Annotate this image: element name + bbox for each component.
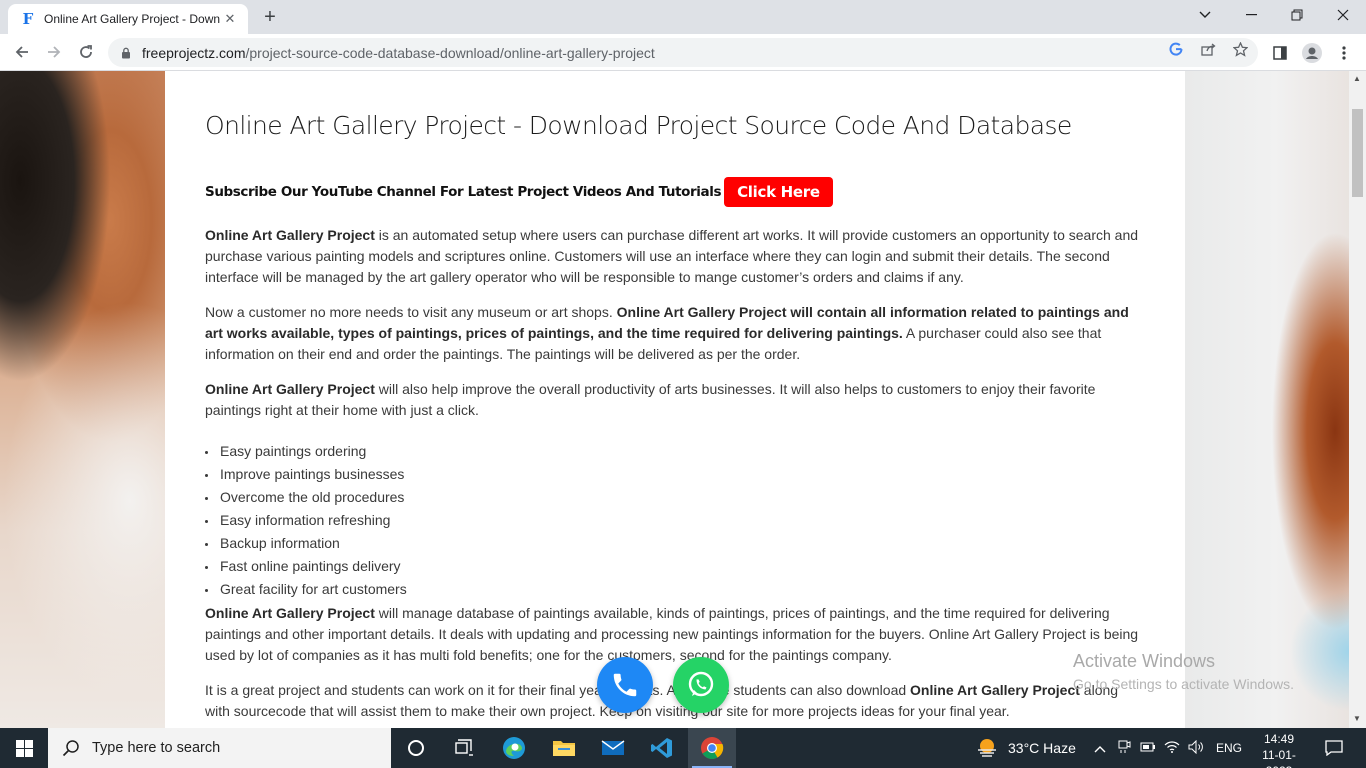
- share-icon[interactable]: [1199, 40, 1217, 58]
- list-item: Backup information: [205, 533, 407, 556]
- minimize-button[interactable]: [1228, 0, 1274, 30]
- url-domain: freeprojectz.com: [142, 44, 246, 61]
- site-favicon-icon: F: [22, 10, 34, 28]
- taskbar-mail[interactable]: [589, 728, 637, 768]
- url-text: freeprojectz.com/project-source-code-dat…: [142, 45, 655, 61]
- tab-title: Online Art Gallery Project - Down: [44, 12, 220, 26]
- project-name-bold: Online Art Gallery Project: [910, 682, 1080, 698]
- bookmark-star-icon[interactable]: [1231, 40, 1249, 58]
- meet-now-icon[interactable]: [1112, 740, 1136, 757]
- notification-center-icon[interactable]: [1322, 728, 1346, 768]
- clock-date: 11-01-2023: [1262, 748, 1296, 768]
- list-item: Fast online paintings delivery: [205, 556, 407, 579]
- cortana-circle-icon: [408, 740, 424, 756]
- mail-icon: [601, 740, 625, 755]
- list-item: Easy paintings ordering: [205, 441, 407, 464]
- page-title: Online Art Gallery Project - Download Pr…: [205, 111, 1072, 140]
- language-indicator[interactable]: ENG: [1216, 741, 1242, 755]
- sun-haze-icon: [978, 739, 996, 757]
- vscode-icon: [651, 738, 672, 758]
- scroll-down-arrow-icon[interactable]: ▼: [1353, 714, 1361, 723]
- project-name-bold: Online Art Gallery Project: [205, 381, 375, 397]
- search-placeholder: Type here to search: [92, 740, 221, 756]
- battery-icon[interactable]: [1136, 741, 1160, 756]
- task-view-icon: [455, 739, 473, 756]
- reload-button[interactable]: [72, 38, 100, 66]
- scrollbar-thumb[interactable]: [1352, 109, 1363, 197]
- start-button[interactable]: [0, 728, 48, 768]
- tab-close-icon[interactable]: ✕: [220, 9, 240, 29]
- list-item: Great facility for art customers: [205, 579, 407, 602]
- search-icon: [62, 740, 79, 757]
- forward-button[interactable]: [40, 38, 68, 66]
- subscribe-banner: Subscribe Our YouTube Channel For Latest…: [205, 177, 833, 207]
- new-tab-button[interactable]: +: [258, 6, 282, 30]
- system-tray: ENG: [1090, 728, 1242, 768]
- browser-toolbar: freeprojectz.com/project-source-code-dat…: [0, 34, 1366, 71]
- taskbar-search-box[interactable]: Type here to search: [48, 728, 391, 768]
- whatsapp-icon: [688, 671, 714, 697]
- intro-paragraph: Online Art Gallery Project is an automat…: [205, 227, 1139, 285]
- wifi-icon[interactable]: [1160, 740, 1184, 756]
- taskbar-file-explorer[interactable]: [540, 728, 588, 768]
- menu-kebab-icon[interactable]: [1333, 42, 1355, 64]
- browser-tab[interactable]: F Online Art Gallery Project - Down ✕: [8, 4, 248, 34]
- chrome-icon: [701, 737, 724, 759]
- taskbar-clock[interactable]: 14:49 11-01-2023: [1250, 731, 1308, 768]
- list-item: Easy information refreshing: [205, 510, 407, 533]
- weather-widget[interactable]: 33°C Haze: [975, 728, 1076, 768]
- url-path: /project-source-code-database-download/o…: [245, 44, 655, 61]
- taskbar-chrome[interactable]: [688, 728, 736, 768]
- activate-windows-title: Activate Windows: [1073, 651, 1216, 671]
- weather-text: 33°C Haze: [1008, 740, 1076, 756]
- taskbar-vscode[interactable]: [638, 728, 686, 768]
- google-icon[interactable]: [1167, 40, 1185, 58]
- close-window-button[interactable]: [1320, 0, 1366, 30]
- task-view-button[interactable]: [440, 728, 488, 768]
- background-image-left: [0, 71, 165, 728]
- tab-search-icon[interactable]: [1182, 0, 1228, 30]
- volume-icon[interactable]: [1184, 739, 1208, 757]
- scroll-up-arrow-icon[interactable]: ▲: [1353, 74, 1361, 83]
- page-viewport: Online Art Gallery Project - Download Pr…: [0, 71, 1366, 728]
- lock-icon[interactable]: [121, 47, 133, 59]
- chevron-up-icon[interactable]: [1090, 741, 1110, 756]
- call-button[interactable]: [597, 657, 653, 713]
- folder-icon: [553, 741, 575, 756]
- page-scrollbar[interactable]: ▲ ▼: [1349, 71, 1366, 728]
- article-content: Online Art Gallery Project - Download Pr…: [165, 71, 1185, 728]
- subscribe-text: Subscribe Our YouTube Channel For Latest…: [205, 184, 722, 200]
- info-paragraph: Now a customer no more needs to visit an…: [205, 304, 1129, 362]
- profile-avatar-icon[interactable]: [1301, 42, 1323, 64]
- windows-logo-icon: [15, 739, 33, 757]
- click-here-button[interactable]: Click Here: [724, 177, 833, 207]
- productivity-paragraph: Online Art Gallery Project will also hel…: [205, 381, 1096, 418]
- side-panel-icon[interactable]: [1269, 42, 1291, 64]
- list-item: Improve paintings businesses: [205, 464, 407, 487]
- taskbar-edge[interactable]: [490, 728, 538, 768]
- edge-browser-icon: [503, 737, 525, 759]
- project-name-bold: Online Art Gallery Project: [205, 605, 375, 621]
- restore-button[interactable]: [1274, 0, 1320, 30]
- project-name-bold: Online Art Gallery Project: [205, 227, 375, 243]
- whatsapp-button[interactable]: [673, 657, 729, 713]
- background-image-right: [1185, 71, 1366, 728]
- activate-windows-subtitle: Go to Settings to activate Windows.: [1073, 676, 1294, 692]
- features-list: Easy paintings ordering Improve painting…: [205, 441, 407, 602]
- cortana-button[interactable]: [392, 728, 440, 768]
- database-paragraph: Online Art Gallery Project will manage d…: [205, 605, 1139, 663]
- back-button[interactable]: [8, 38, 36, 66]
- address-bar[interactable]: freeprojectz.com/project-source-code-dat…: [108, 38, 1258, 67]
- clock-time: 14:49: [1263, 732, 1295, 746]
- tab-strip: F Online Art Gallery Project - Down ✕ +: [0, 0, 1366, 34]
- phone-icon: [613, 673, 637, 697]
- list-item: Overcome the old procedures: [205, 487, 407, 510]
- windows-taskbar: Type here to search 33°C Haze ENG 14:49 …: [0, 728, 1366, 768]
